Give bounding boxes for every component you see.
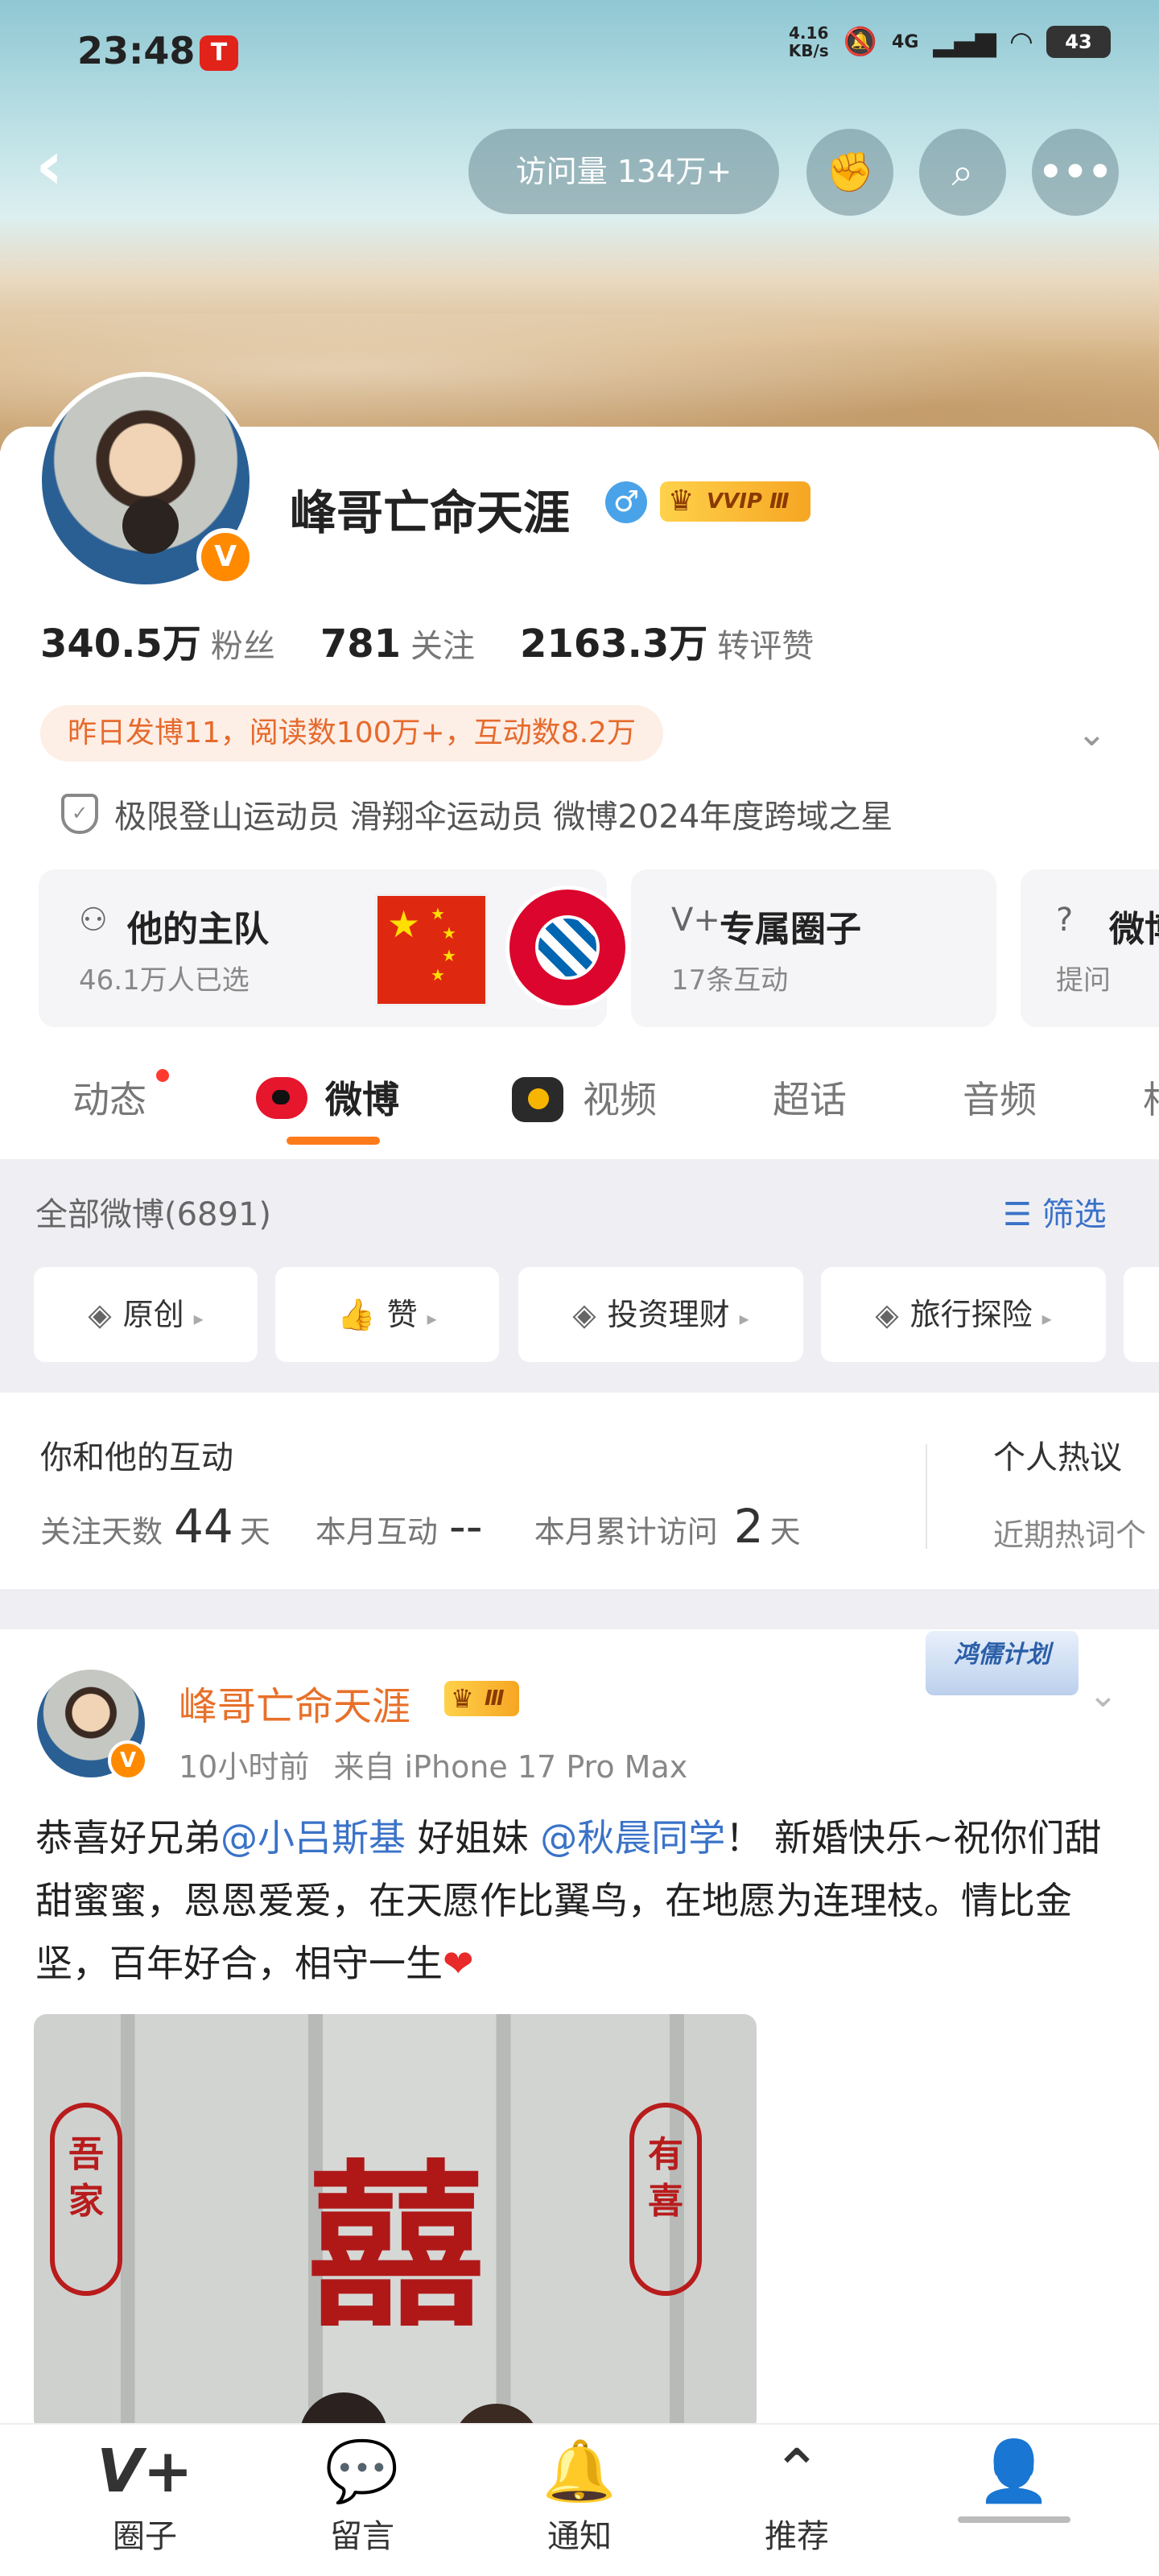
verified-badge-icon: V xyxy=(108,1740,148,1781)
shield-icon: ✓ xyxy=(61,794,98,834)
tab-video[interactable]: 视频 xyxy=(583,1071,657,1124)
video-icon xyxy=(512,1077,563,1122)
post-meta: 10小时前 来自 iPhone 17 Pro Max xyxy=(179,1749,688,1785)
team-icon: ⚇ xyxy=(79,902,108,939)
male-icon: ♂ xyxy=(605,481,647,523)
fc-bayern-logo-icon xyxy=(505,886,629,1009)
stat-followers[interactable]: 340.5万 粉丝 xyxy=(40,612,275,668)
tab-dynamic[interactable]: 动态 xyxy=(72,1071,146,1124)
home-team-card[interactable]: ⚇ 他的主队 46.1万人已选 ★ ★ ★ ★ ★ xyxy=(39,869,629,1027)
layers-icon: ◈ xyxy=(88,1297,112,1332)
weibo-logo-icon xyxy=(256,1077,307,1119)
paper-cut-right: 有喜 xyxy=(629,2103,702,2296)
question-card[interactable]: ? 微博 提问 xyxy=(1021,869,1159,1027)
message-icon: 💬 xyxy=(324,2437,400,2506)
signal-icon: ▂▄▆ xyxy=(933,26,996,58)
net-speed: 4.16 KB/s xyxy=(788,23,829,60)
layers-icon: ◈ xyxy=(875,1297,899,1332)
hongru-plan-badge[interactable]: 鸿儒计划 xyxy=(926,1631,1079,1695)
up-arrow-icon: ⌃ xyxy=(771,2437,822,2506)
exclusive-circle-card[interactable]: V+ 专属圈子 17条互动 xyxy=(631,869,996,1027)
double-happiness: 囍 xyxy=(307,2145,485,2351)
tab-active-indicator xyxy=(287,1137,380,1145)
thumb-up-icon: 👍 xyxy=(337,1297,376,1332)
all-weibo-count: 全部微博(6891) xyxy=(35,1196,272,1233)
hot-topics-sub: 近期热词个 xyxy=(993,1517,1147,1553)
chip-more[interactable] xyxy=(1124,1267,1159,1362)
tesla-app-icon: T xyxy=(200,35,238,71)
nav-notify[interactable]: 🔔 通知 xyxy=(507,2436,652,2557)
tab-dynamic-dot xyxy=(156,1069,169,1082)
verified-badge-icon: V xyxy=(196,528,254,586)
circle-v-icon: V+ xyxy=(97,2437,193,2506)
nav-message[interactable]: 💬 留言 xyxy=(290,2436,435,2557)
divider xyxy=(926,1444,927,1549)
home-indicator xyxy=(958,2516,1070,2523)
network-label: 4G xyxy=(892,31,919,52)
profile-tabs: 动态 微博 视频 超话 音频 相 xyxy=(0,1046,1159,1159)
bell-icon: 🔔 xyxy=(542,2437,617,2506)
mention-link[interactable]: @秋晨同学 xyxy=(540,1816,725,1860)
back-icon[interactable]: ‹ xyxy=(35,131,84,201)
chevron-down-icon[interactable]: ⌄ xyxy=(1077,713,1107,754)
mention-link[interactable]: @小吕斯基 xyxy=(221,1816,406,1860)
vvip-badge[interactable]: ♛ VVIP Ⅲ xyxy=(660,481,810,522)
chip-like[interactable]: 👍 赞 ▸ xyxy=(275,1267,499,1362)
user-check-icon: 👤 xyxy=(976,2437,1052,2506)
interaction-section xyxy=(0,1393,1159,1589)
tab-photos[interactable]: 相 xyxy=(1143,1071,1159,1124)
china-flag-icon: ★ ★ ★ ★ ★ xyxy=(375,894,488,1006)
crown-icon: ♛ xyxy=(451,1683,474,1714)
paper-cut-left: 吾家 xyxy=(50,2103,122,2296)
tab-audio[interactable]: 音频 xyxy=(963,1071,1037,1124)
profile-stats: 340.5万 粉丝 781 关注 2163.3万 转评赞 xyxy=(40,612,814,668)
circle-v-icon: V+ xyxy=(671,902,720,939)
section-gap xyxy=(0,1589,1159,1629)
battery-indicator: 43 xyxy=(1046,26,1111,58)
question-icon: ? xyxy=(1056,902,1074,939)
profile-tags[interactable]: ✓ 极限登山运动员 滑翔伞运动员 微博2024年度跨域之星 xyxy=(61,791,893,837)
fist-icon[interactable]: ✊ xyxy=(806,129,893,216)
heart-icon: ❤ xyxy=(443,1942,474,1985)
hot-topics-title[interactable]: 个人热议 xyxy=(993,1431,1122,1478)
avatar-beard xyxy=(122,497,179,554)
filter-icon: ☰ xyxy=(1003,1196,1032,1233)
post-vip-badge: ♛ Ⅲ xyxy=(444,1681,519,1716)
chip-original[interactable]: ◈ 原创 ▸ xyxy=(34,1267,258,1362)
mute-icon: 🔕 xyxy=(843,26,878,58)
filter-button[interactable]: ☰ 筛选 xyxy=(1003,1188,1107,1235)
chip-investment[interactable]: ◈ 投资理财 ▸ xyxy=(518,1267,803,1362)
tags-text: 极限登山运动员 滑翔伞运动员 微博2024年度跨域之星 xyxy=(114,799,893,836)
search-icon[interactable]: ⌕ xyxy=(919,129,1006,216)
more-icon[interactable]: ••• xyxy=(1032,129,1119,216)
post-text: 恭喜好兄弟@小吕斯基 好姐妹 @秋晨同学！ 新婚快乐~祝你们甜甜蜜蜜，恩恩爱爱，… xyxy=(35,1816,1102,1985)
interaction-stats: 关注天数 44 天 本月互动 -- 本月累计访问 2 天 xyxy=(40,1499,801,1554)
interaction-title: 你和他的互动 xyxy=(40,1439,233,1476)
yesterday-summary[interactable]: 昨日发博11，阅读数100万+，互动数8.2万 xyxy=(40,705,663,762)
tab-weibo[interactable]: 微博 xyxy=(325,1071,399,1124)
tab-super-topic[interactable]: 超话 xyxy=(773,1071,847,1124)
crown-icon: ♛ xyxy=(668,485,695,518)
status-time: 23:48 xyxy=(77,29,196,72)
stat-following[interactable]: 781 关注 xyxy=(320,620,475,667)
nav-circle[interactable]: V+ 圈子 xyxy=(72,2436,217,2557)
wifi-icon: ◠ xyxy=(1010,26,1032,58)
post-photo[interactable]: 吾家 囍 有喜 xyxy=(34,2014,757,2433)
stat-engagement[interactable]: 2163.3万 转评赞 xyxy=(520,612,814,668)
chevron-down-icon[interactable]: ⌄ xyxy=(1088,1674,1118,1715)
post-author[interactable]: 峰哥亡命天涯 xyxy=(179,1674,410,1731)
status-icons: 4.16 KB/s 🔕 4G ▂▄▆ ◠ 43 xyxy=(789,24,1111,60)
nav-follow[interactable]: 👤 xyxy=(942,2436,1087,2507)
chip-travel[interactable]: ◈ 旅行探险 ▸ xyxy=(821,1267,1106,1362)
visit-count-button[interactable]: 访问量 134万+ xyxy=(468,129,779,214)
layers-icon: ◈ xyxy=(572,1297,596,1332)
profile-name: 峰哥亡命天涯 xyxy=(290,485,571,540)
nav-recommend[interactable]: ⌃ 推荐 xyxy=(724,2436,869,2557)
